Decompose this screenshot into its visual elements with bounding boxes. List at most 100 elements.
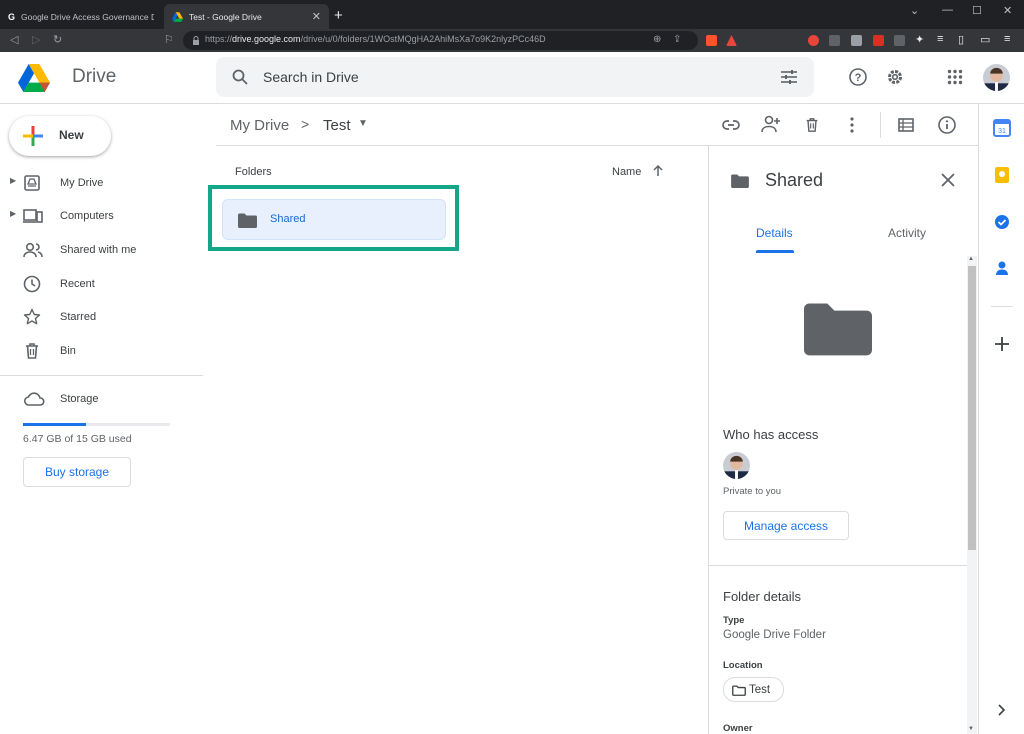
- type-value: Google Drive Folder: [723, 629, 826, 641]
- extension-icon[interactable]: [894, 35, 905, 46]
- storage-usage-bar: [23, 423, 170, 426]
- keep-icon[interactable]: [993, 166, 1011, 184]
- drive-logo-icon[interactable]: [18, 64, 50, 92]
- maximize-icon[interactable]: ☐: [972, 4, 982, 17]
- type-label: Type: [723, 615, 745, 626]
- search-options-icon[interactable]: [781, 70, 797, 84]
- cloud-icon: [23, 392, 45, 406]
- sidebar-icon[interactable]: ▯: [958, 33, 964, 46]
- app-brand[interactable]: Drive: [72, 66, 116, 88]
- brave-rewards-icon[interactable]: [726, 35, 737, 46]
- who-has-access-heading: Who has access: [723, 427, 819, 442]
- tab-title: Test - Google Drive: [189, 11, 262, 22]
- search-input[interactable]: Search in Drive: [263, 69, 359, 85]
- scroll-down-icon[interactable]: ▼: [968, 726, 974, 732]
- folder-menu-dropdown-icon[interactable]: ▼: [358, 118, 368, 129]
- more-actions-icon[interactable]: [849, 117, 855, 133]
- menu-icon[interactable]: ≡: [1004, 33, 1010, 45]
- expand-arrow-icon[interactable]: ▶: [10, 176, 16, 185]
- computers-icon: [23, 209, 43, 223]
- svg-text:31: 31: [998, 128, 1006, 135]
- reload-icon[interactable]: ↻: [53, 33, 62, 46]
- bookmark-icon[interactable]: ⚐: [164, 33, 174, 46]
- list-view-icon[interactable]: [898, 118, 914, 132]
- chevron-right-icon[interactable]: [998, 704, 1006, 716]
- sidebar-item-my-drive[interactable]: ▶ My Drive: [10, 167, 200, 199]
- extension-icon[interactable]: [829, 35, 840, 46]
- browser-tab-active[interactable]: Test - Google Drive ✕: [164, 4, 329, 29]
- buy-storage-button[interactable]: Buy storage: [23, 457, 131, 487]
- search-icon[interactable]: [232, 69, 248, 85]
- sidebar-item-starred[interactable]: Starred: [10, 301, 200, 333]
- location-label: Location: [723, 660, 763, 671]
- rail-divider: [991, 306, 1013, 307]
- share-icon[interactable]: ⇪: [673, 34, 681, 45]
- owner-label: Owner: [723, 723, 753, 734]
- details-title: Shared: [765, 170, 824, 190]
- manage-access-button[interactable]: Manage access: [723, 511, 849, 540]
- sidebar-item-shared-with-me[interactable]: Shared with me: [10, 234, 200, 266]
- sidebar-item-label: Computers: [60, 210, 114, 222]
- tab-title: Google Drive Access Governance Don: [21, 11, 154, 22]
- new-button[interactable]: New: [9, 116, 111, 156]
- toolbar-divider: [880, 112, 881, 138]
- forward-icon[interactable]: ▷: [32, 33, 40, 46]
- calendar-icon[interactable]: 31: [993, 119, 1011, 137]
- tab-activity[interactable]: Activity: [888, 226, 926, 240]
- contacts-icon[interactable]: [993, 259, 1011, 277]
- storage-usage-text: 6.47 GB of 15 GB used: [23, 433, 132, 445]
- location-chip[interactable]: Test: [723, 677, 784, 702]
- media-icon[interactable]: ≡: [937, 33, 943, 45]
- browser-tab[interactable]: G Google Drive Access Governance Don: [0, 4, 162, 29]
- browser-toolbar: ◁ ▷ ↻ ⚐ https://drive.google.com/drive/u…: [0, 29, 1024, 52]
- sidebar-item-bin[interactable]: Bin: [10, 335, 200, 367]
- expand-arrow-icon[interactable]: ▶: [10, 209, 16, 218]
- sort-by-name-button[interactable]: Name: [612, 166, 641, 178]
- add-addon-plus-icon[interactable]: [995, 337, 1009, 351]
- help-icon[interactable]: ?: [849, 68, 867, 86]
- settings-gear-icon[interactable]: [886, 68, 904, 86]
- back-icon[interactable]: ◁: [10, 33, 18, 46]
- scroll-up-icon[interactable]: ▲: [968, 256, 974, 262]
- search-bar[interactable]: Search in Drive: [216, 57, 814, 97]
- sidebar-item-computers[interactable]: ▶ Computers: [10, 200, 200, 232]
- camera-extension-icon[interactable]: [851, 35, 862, 46]
- sidebar-item-recent[interactable]: Recent: [10, 268, 200, 300]
- apps-grid-icon[interactable]: [947, 69, 963, 85]
- zoom-icon[interactable]: ⊕: [653, 34, 661, 45]
- sidebar-item-storage[interactable]: Storage: [10, 383, 200, 415]
- extensions-puzzle-icon[interactable]: ✦: [915, 33, 924, 46]
- url-text: https://drive.google.com/drive/u/0/folde…: [205, 34, 546, 44]
- breadcrumb-my-drive[interactable]: My Drive: [230, 117, 289, 134]
- view-details-info-icon[interactable]: [938, 116, 956, 134]
- folder-item-selected[interactable]: Shared: [222, 199, 446, 240]
- star-icon: [23, 308, 41, 325]
- remove-trash-icon[interactable]: [804, 116, 820, 134]
- owner-avatar[interactable]: [723, 452, 750, 479]
- get-link-icon[interactable]: [722, 118, 740, 132]
- chevron-down-icon[interactable]: ⌄: [910, 4, 919, 17]
- brave-shield-icon[interactable]: [706, 35, 717, 46]
- breadcrumb-current-folder[interactable]: Test: [323, 117, 351, 134]
- account-avatar[interactable]: [983, 64, 1010, 91]
- extension-icon[interactable]: [873, 35, 884, 46]
- tab-details[interactable]: Details: [756, 226, 793, 240]
- storage-usage-fill: [23, 423, 87, 426]
- new-button-label: New: [59, 128, 84, 142]
- close-icon[interactable]: [941, 173, 955, 187]
- new-tab-icon[interactable]: +: [334, 7, 343, 24]
- address-bar[interactable]: https://drive.google.com/drive/u/0/folde…: [183, 31, 698, 50]
- tasks-icon[interactable]: [993, 213, 1011, 231]
- scrollbar-thumb[interactable]: [968, 266, 976, 550]
- plus-colorful-icon: [23, 126, 43, 146]
- share-add-person-icon[interactable]: [761, 115, 781, 133]
- sidebar-divider: [0, 375, 203, 376]
- sort-ascending-arrow-icon[interactable]: [653, 165, 663, 177]
- close-tab-icon[interactable]: ✕: [312, 10, 321, 23]
- close-window-icon[interactable]: ✕: [1003, 4, 1012, 17]
- wallet-icon[interactable]: ▭: [980, 33, 990, 46]
- minimize-icon[interactable]: —: [942, 4, 953, 16]
- folder-icon: [238, 213, 257, 228]
- sidebar-item-label: Bin: [60, 345, 76, 357]
- extension-icon[interactable]: [808, 35, 819, 46]
